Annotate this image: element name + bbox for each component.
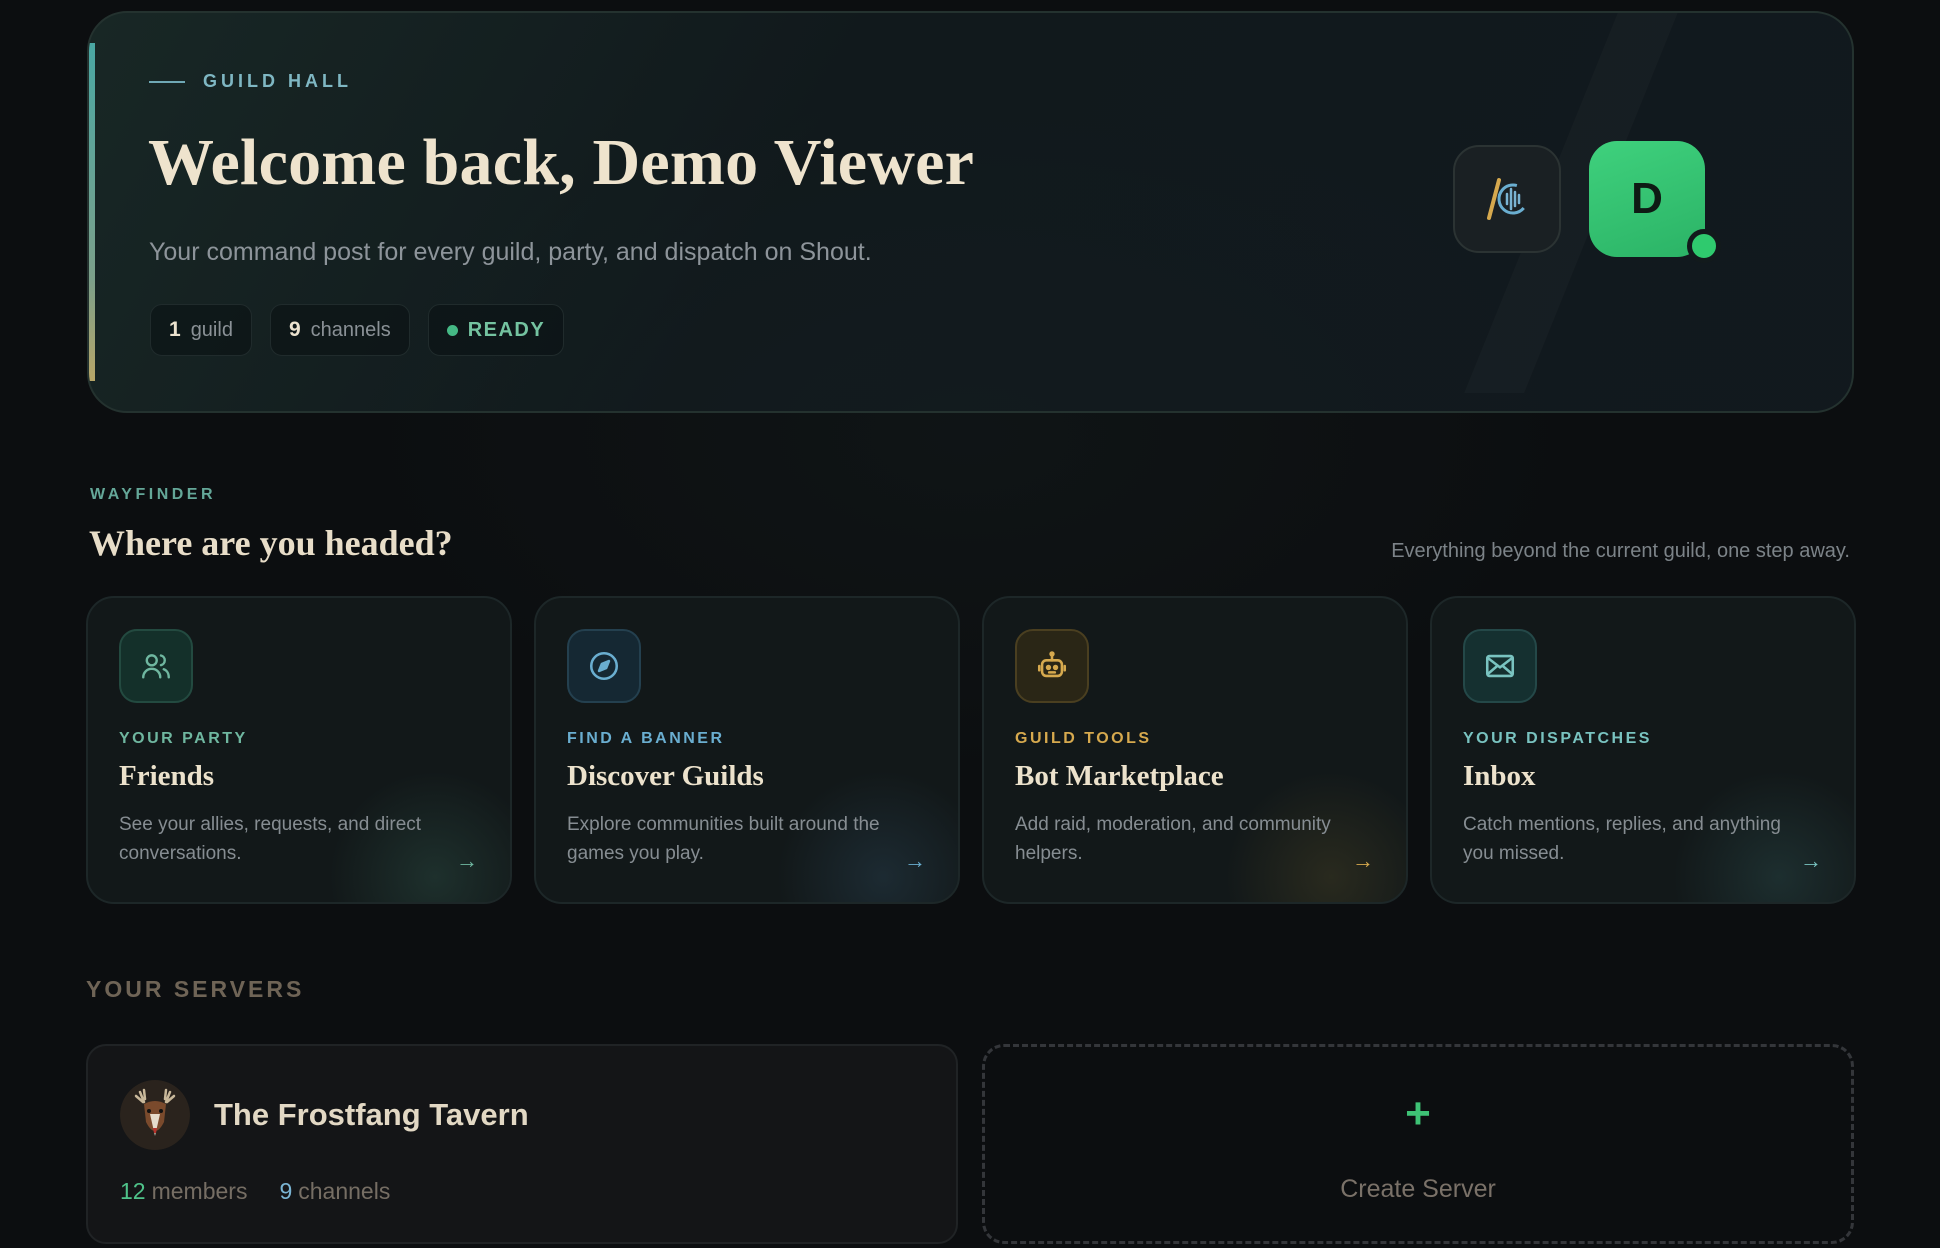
card-title: Friends: [119, 760, 215, 792]
status-dot-icon: [446, 324, 458, 336]
inbox-icon-box: [1463, 629, 1537, 703]
page-title: Welcome back, Demo Viewer: [148, 126, 975, 199]
wayfinder-eyebrow: WAYFINDER: [90, 486, 217, 503]
users-icon: [142, 654, 170, 679]
card-kicker: YOUR DISPATCHES: [1463, 730, 1652, 747]
guild-count-label: guild: [190, 318, 233, 341]
mail-icon: [1485, 654, 1515, 678]
arrow-right-icon: →: [1352, 848, 1374, 873]
discover-icon-box: [567, 629, 641, 703]
create-server-button[interactable]: + Create Server: [982, 1044, 1854, 1244]
online-status-icon: [1687, 229, 1721, 263]
servers-heading: YOUR SERVERS: [86, 976, 305, 1002]
compass-icon: [589, 651, 619, 681]
status-text: READY: [467, 318, 546, 341]
avatar-initial: D: [1631, 174, 1663, 223]
hero-eyebrow-text: GUILD HALL: [203, 71, 352, 91]
shout-logo-icon: [1487, 178, 1529, 220]
hero-eyebrow: GUILD HALL: [149, 71, 352, 92]
card-title: Inbox: [1463, 760, 1536, 792]
hero-subtitle: Your command post for every guild, party…: [149, 238, 872, 266]
card-title: Bot Marketplace: [1015, 760, 1224, 792]
eyebrow-line: [149, 80, 185, 83]
card-description: Catch mentions, replies, and anything yo…: [1463, 814, 1781, 864]
card-discover-guilds[interactable]: FIND A BANNER Discover Guilds Explore co…: [534, 596, 960, 904]
card-bot-marketplace[interactable]: GUILD TOOLS Bot Marketplace Add raid, mo…: [982, 596, 1408, 904]
plus-icon: +: [1405, 1089, 1431, 1138]
card-kicker: GUILD TOOLS: [1015, 730, 1152, 747]
channel-count: 9: [279, 1178, 293, 1204]
hero-stats: 1 guild 9 channels READY: [150, 304, 565, 356]
channel-count: 9: [288, 318, 301, 341]
card-description: Explore communities built around the gam…: [567, 814, 880, 864]
wayfinder-title: Where are you headed?: [89, 523, 453, 563]
card-inbox[interactable]: YOUR DISPATCHES Inbox Catch mentions, re…: [1430, 596, 1856, 904]
create-server-label: Create Server: [1340, 1175, 1496, 1203]
hero-accent-bar: [89, 43, 95, 381]
arrow-right-icon: →: [456, 848, 478, 873]
card-kicker: YOUR PARTY: [119, 730, 248, 747]
stag-avatar-icon: [120, 1080, 190, 1150]
channel-count-label: channels: [310, 318, 391, 341]
card-description: Add raid, moderation, and community help…: [1015, 814, 1331, 864]
card-description: See your allies, requests, and direct co…: [119, 814, 422, 864]
server-members: 12 members: [120, 1178, 247, 1205]
arrow-right-icon: →: [904, 848, 926, 873]
server-card-frostfang[interactable]: The Frostfang Tavern 12 members 9 channels: [86, 1044, 958, 1244]
server-name: The Frostfang Tavern: [214, 1097, 529, 1132]
guild-count: 1: [169, 318, 181, 341]
bot-icon-box: [1015, 629, 1089, 703]
shout-logo-button[interactable]: [1453, 145, 1561, 253]
card-friends[interactable]: YOUR PARTY Friends See your allies, requ…: [86, 596, 512, 904]
card-kicker: FIND A BANNER: [567, 730, 725, 747]
user-avatar[interactable]: D: [1589, 141, 1721, 263]
guild-count-chip: 1 guild: [150, 304, 252, 356]
channel-count-chip: 9 channels: [269, 304, 410, 356]
friends-icon-box: [119, 629, 193, 703]
server-channels: 9 channels: [279, 1178, 390, 1205]
card-title: Discover Guilds: [567, 760, 764, 792]
wayfinder-cards: YOUR PARTY Friends See your allies, requ…: [86, 596, 1856, 904]
arrow-right-icon: →: [1800, 848, 1822, 873]
server-stats: 12 members 9 channels: [120, 1178, 390, 1205]
member-label: members: [151, 1178, 248, 1204]
server-avatar: [120, 1080, 190, 1150]
channel-label: channels: [298, 1178, 391, 1204]
status-badge: READY: [427, 304, 565, 356]
wayfinder-aside: Everything beyond the current guild, one…: [1391, 540, 1850, 562]
member-count: 12: [120, 1178, 146, 1204]
robot-icon: [1037, 651, 1067, 678]
